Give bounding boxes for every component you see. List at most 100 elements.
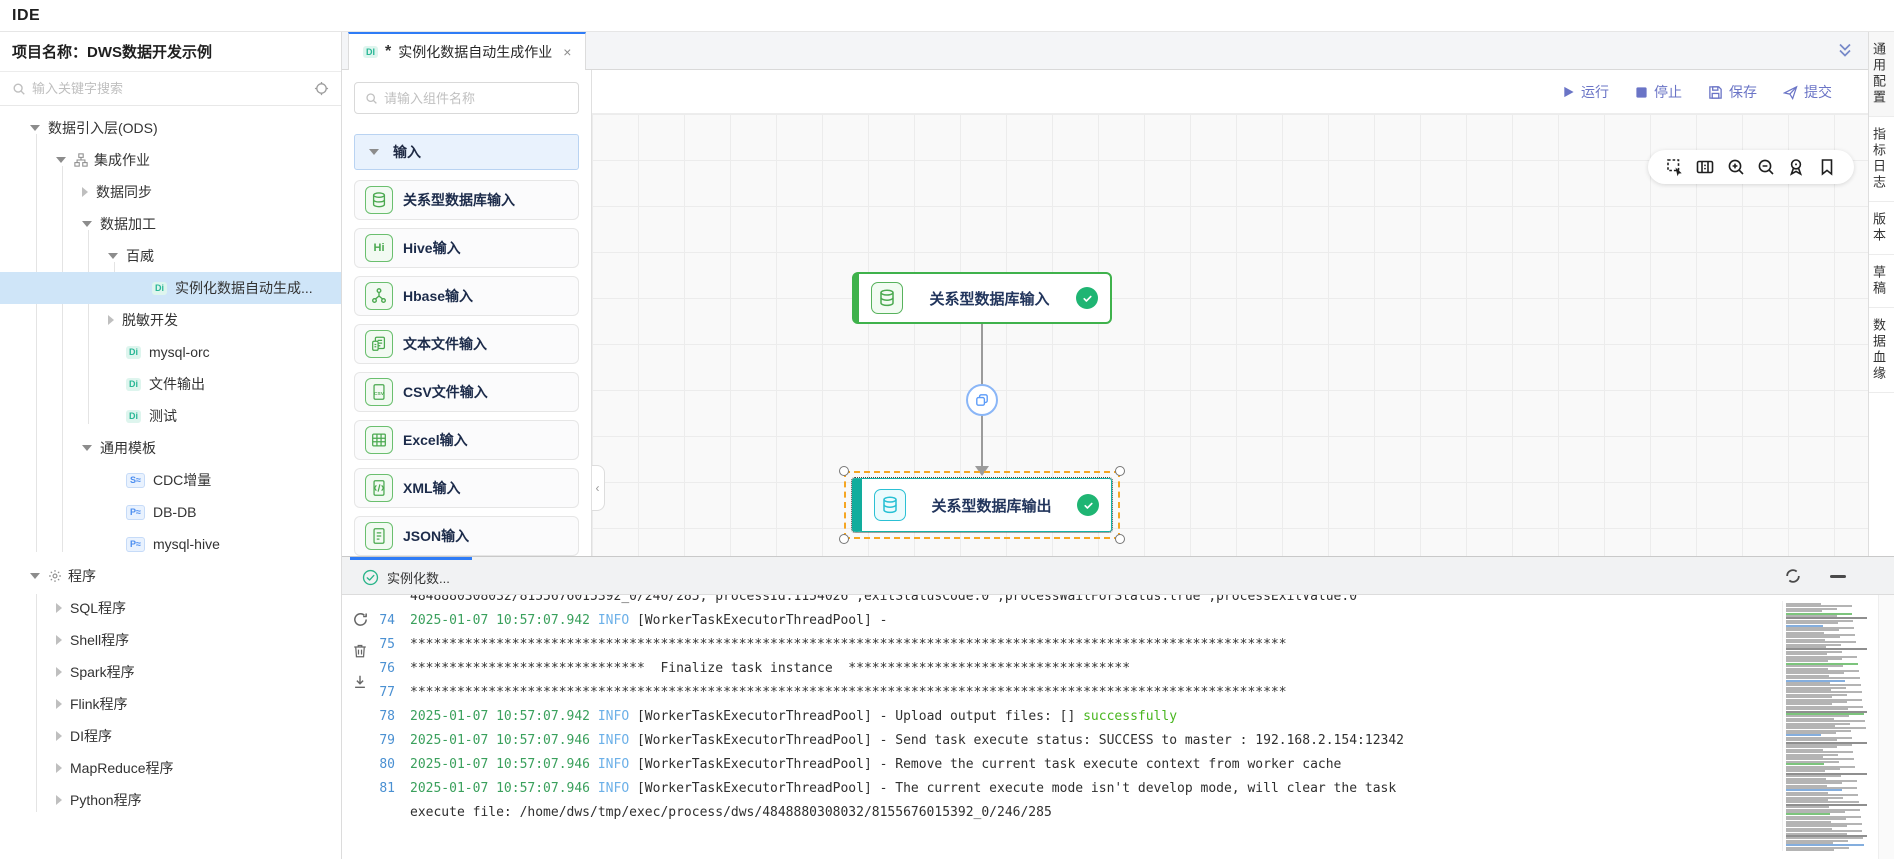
node-relational-db-input[interactable]: 关系型数据库输入 xyxy=(852,272,1112,324)
log-tab[interactable]: 实例化数... xyxy=(350,557,472,595)
chevron-right-icon[interactable] xyxy=(56,667,62,677)
tree-item-文件输出[interactable]: Di文件输出 xyxy=(0,368,341,400)
palette-item-XML输入[interactable]: XML输入 xyxy=(354,468,579,508)
tree-item-MapReduce程序[interactable]: MapReduce程序 xyxy=(0,752,341,784)
tree-item-Flink程序[interactable]: Flink程序 xyxy=(0,688,341,720)
flow-canvas[interactable]: 运行 停止 保存 提交 xyxy=(592,70,1868,556)
tab-instance-data-job[interactable]: DI * 实例化数据自动生成作业 × xyxy=(348,32,586,70)
zoom-out-icon[interactable] xyxy=(1756,157,1776,177)
csv-file-icon: CSV xyxy=(365,378,393,406)
run-label: 运行 xyxy=(1581,82,1609,102)
right-tab-版本[interactable]: 版本 xyxy=(1869,202,1894,255)
locate-icon[interactable] xyxy=(314,81,329,96)
palette-section-input[interactable]: 输入 xyxy=(354,134,579,170)
download-icon[interactable] xyxy=(352,674,374,690)
tree-item-label: 百威 xyxy=(126,246,154,266)
chevron-down-icon[interactable] xyxy=(30,125,40,131)
chevron-right-icon[interactable] xyxy=(56,731,62,741)
submit-button[interactable]: 提交 xyxy=(1783,82,1832,102)
selection-handle[interactable] xyxy=(839,466,849,476)
right-tab-草稿[interactable]: 草稿 xyxy=(1869,255,1894,308)
tree-item-百威[interactable]: 百威 xyxy=(0,240,341,272)
selection-handle[interactable] xyxy=(839,534,849,544)
chevron-right-icon[interactable] xyxy=(82,187,88,197)
palette-item-文本文件输入[interactable]: 文本文件输入 xyxy=(354,324,579,364)
tree-item-Shell程序[interactable]: Shell程序 xyxy=(0,624,341,656)
palette-item-JSON输入[interactable]: JSON输入 xyxy=(354,516,579,556)
palette-item-list: 关系型数据库输入 HiHive输入 Hbase输入文本文件输入 CSVCSV文件输入 E… xyxy=(342,180,591,556)
sync-icon[interactable] xyxy=(1784,567,1802,585)
tree-item-mysql-orc[interactable]: Dimysql-orc xyxy=(0,336,341,368)
minimize-icon[interactable] xyxy=(1830,575,1846,578)
tree-item-测试[interactable]: Di测试 xyxy=(0,400,341,432)
log-minimap[interactable] xyxy=(1782,601,1872,851)
tree-item-数据加工[interactable]: 数据加工 xyxy=(0,208,341,240)
tree-item-集成作业[interactable]: 集成作业 xyxy=(0,144,341,176)
svg-text:CSV: CSV xyxy=(374,391,385,397)
chevron-right-icon[interactable] xyxy=(56,795,62,805)
locate-center-icon[interactable] xyxy=(1786,157,1806,177)
tree-item-CDC增量[interactable]: S≈CDC增量 xyxy=(0,464,341,496)
selection-handle[interactable] xyxy=(1115,534,1125,544)
marquee-select-icon[interactable] xyxy=(1665,157,1685,177)
stop-button[interactable]: 停止 xyxy=(1635,82,1682,102)
tree-item-程序[interactable]: 程序 xyxy=(0,560,341,592)
log-panel: 实例化数... 4848880308032/8155676015392_0/24… xyxy=(342,556,1894,859)
chevron-right-icon[interactable] xyxy=(56,699,62,709)
run-button[interactable]: 运行 xyxy=(1562,82,1609,102)
refresh-icon[interactable] xyxy=(352,611,374,628)
bookmark-icon[interactable] xyxy=(1817,157,1837,177)
chevron-down-icon[interactable] xyxy=(56,157,66,163)
log-segment-plain: 4848880308032/8155676015392_0/246/285, p… xyxy=(410,595,1357,609)
sidebar-search-input[interactable] xyxy=(32,81,314,96)
chevron-double-down-icon[interactable] xyxy=(1836,41,1854,59)
chevron-down-icon[interactable] xyxy=(30,573,40,579)
palette-item-label: Hive输入 xyxy=(403,238,461,258)
tree-item-DI程序[interactable]: DI程序 xyxy=(0,720,341,752)
palette-item-关系型数据库输入[interactable]: 关系型数据库输入 xyxy=(354,180,579,220)
log-line-number xyxy=(342,595,410,609)
chevron-right-icon[interactable] xyxy=(56,603,62,613)
tree-item-实例化数据自动生成...[interactable]: Di实例化数据自动生成... xyxy=(0,272,341,304)
chevron-down-icon[interactable] xyxy=(82,445,92,451)
log-segment-time: 2025-01-07 10:57:07.946 xyxy=(410,753,598,777)
chevron-down-icon[interactable] xyxy=(82,221,92,227)
tab-close-icon[interactable]: × xyxy=(563,44,571,60)
chevron-down-icon[interactable] xyxy=(108,253,118,259)
palette-collapse-handle[interactable]: ‹ xyxy=(592,465,605,511)
tree-item-Python程序[interactable]: Python程序 xyxy=(0,784,341,816)
chevron-right-icon[interactable] xyxy=(56,763,62,773)
palette-item-Hbase输入[interactable]: Hbase输入 xyxy=(354,276,579,316)
node-relational-db-output[interactable]: 关系型数据库输出 xyxy=(852,478,1112,532)
database-icon xyxy=(874,489,906,521)
log-scrollbar[interactable] xyxy=(1878,595,1894,859)
tree-item-脱敏开发[interactable]: 脱敏开发 xyxy=(0,304,341,336)
palette-item-CSV文件输入[interactable]: CSVCSV文件输入 xyxy=(354,372,579,412)
component-search-input[interactable] xyxy=(384,91,568,106)
right-tab-数据血缘[interactable]: 数据血缘 xyxy=(1869,308,1894,393)
chevron-right-icon[interactable] xyxy=(56,635,62,645)
hbase-icon xyxy=(365,282,393,310)
right-tab-指标日志[interactable]: 指标日志 xyxy=(1869,117,1894,202)
log-segment-time: 2025-01-07 10:57:07.942 xyxy=(410,705,598,729)
tree-item-通用模板[interactable]: 通用模板 xyxy=(0,432,341,464)
tree-item-DB-DB[interactable]: P≈DB-DB xyxy=(0,496,341,528)
stop-label: 停止 xyxy=(1654,82,1682,102)
tree-item-SQL程序[interactable]: SQL程序 xyxy=(0,592,341,624)
palette-item-Hive输入[interactable]: HiHive输入 xyxy=(354,228,579,268)
tree-item-数据同步[interactable]: 数据同步 xyxy=(0,176,341,208)
trash-icon[interactable] xyxy=(352,643,374,659)
zoom-in-icon[interactable] xyxy=(1726,157,1746,177)
right-tab-通用配置[interactable]: 通用配置 xyxy=(1869,32,1894,117)
di-badge: Di xyxy=(126,346,141,359)
palette-item-Excel输入[interactable]: Excel输入 xyxy=(354,420,579,460)
tree-item-Spark程序[interactable]: Spark程序 xyxy=(0,656,341,688)
chevron-right-icon[interactable] xyxy=(108,315,114,325)
tree-item-mysql-hive[interactable]: P≈mysql-hive xyxy=(0,528,341,560)
edge-copy-icon[interactable] xyxy=(966,384,998,416)
selection-handle[interactable] xyxy=(1115,466,1125,476)
layout-panel-icon[interactable] xyxy=(1695,157,1715,177)
log-tab-title: 实例化数... xyxy=(387,568,450,587)
tree-item-数据引入层(ODS)[interactable]: 数据引入层(ODS) xyxy=(0,112,341,144)
save-button[interactable]: 保存 xyxy=(1708,82,1757,102)
